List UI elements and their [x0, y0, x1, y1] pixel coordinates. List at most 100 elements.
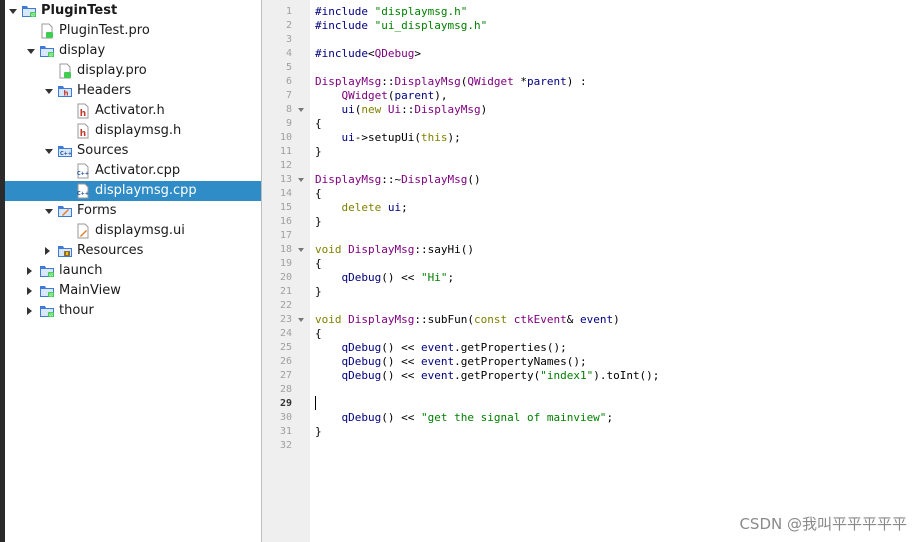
collapse-arrow-icon[interactable] — [27, 49, 35, 54]
headers-folder-icon: h — [57, 83, 73, 99]
code-line[interactable]: QWidget(parent), — [315, 89, 448, 103]
svg-text:qt: qt — [49, 272, 54, 277]
collapse-arrow-icon[interactable] — [45, 89, 53, 94]
project-folder-icon: qt — [39, 43, 55, 59]
code-line[interactable]: ui->setupUi(this); — [315, 131, 461, 145]
tree-item[interactable]: Forms — [5, 201, 261, 221]
code-line[interactable]: } — [315, 425, 322, 439]
tree-item[interactable]: h Headers — [5, 81, 261, 101]
project-folder-icon: qt — [39, 303, 55, 319]
code-line[interactable]: { — [315, 327, 322, 341]
line-number: 18 — [279, 244, 292, 255]
code-line[interactable]: #include "ui_displaymsg.h" — [315, 19, 487, 33]
line-number: 31 — [279, 426, 292, 437]
code-line[interactable]: #include "displaymsg.h" — [315, 5, 467, 19]
tree-item-label: Forms — [77, 203, 117, 218]
svg-text:qt: qt — [49, 292, 54, 297]
code-line[interactable]: qDebug() << "get the signal of mainview"… — [315, 411, 614, 425]
line-number: 1 — [285, 6, 292, 17]
line-number: 6 — [285, 76, 292, 87]
project-folder-icon: qt — [39, 283, 55, 299]
tree-item-label: Activator.h — [95, 103, 165, 118]
code-line[interactable]: ui(new Ui::DisplayMsg) — [315, 103, 488, 117]
line-number: 13 — [279, 174, 292, 185]
line-number: 29 — [279, 398, 292, 409]
svg-text:h: h — [80, 129, 86, 139]
expand-arrow-icon[interactable] — [27, 267, 32, 275]
svg-text:C++: C++ — [77, 191, 89, 197]
code-line[interactable]: { — [315, 187, 322, 201]
code-line[interactable]: qDebug() << "Hi"; — [315, 271, 455, 285]
code-line[interactable]: DisplayMsg::DisplayMsg(QWidget *parent) … — [315, 75, 587, 89]
tree-item-label: Resources — [77, 243, 144, 258]
tree-item-label: PluginTest — [41, 3, 118, 18]
tree-item-label: Headers — [77, 83, 132, 98]
expand-arrow-icon[interactable] — [27, 287, 32, 295]
fold-marker-icon[interactable] — [298, 108, 304, 112]
tree-item-label: displaymsg.cpp — [95, 183, 197, 198]
line-number: 4 — [285, 48, 292, 59]
line-number: 19 — [279, 258, 292, 269]
line-number: 16 — [279, 216, 292, 227]
line-number-gutter: 1 2 3 4 5 6 7 8 9 10 11 12 13 14 15 16 17 18 19 20 21 22 23 24 2… — [262, 0, 310, 542]
sources-folder-icon: C++ — [57, 143, 73, 159]
code-line[interactable]: } — [315, 215, 322, 229]
code-line[interactable]: void DisplayMsg::sayHi() — [315, 243, 474, 257]
collapse-arrow-icon[interactable] — [9, 9, 17, 14]
fold-marker-icon[interactable] — [298, 178, 304, 182]
code-line[interactable]: void DisplayMsg::subFun(const ctkEvent& … — [315, 313, 620, 327]
code-editor[interactable]: 1 2 3 4 5 6 7 8 9 10 11 12 13 14 15 16 17 18 19 20 21 22 23 24 2… — [262, 0, 921, 542]
tree-item[interactable]: qt MainView — [5, 281, 261, 301]
code-line[interactable]: delete ui; — [315, 201, 408, 215]
fold-marker-icon[interactable] — [298, 318, 304, 322]
tree-item[interactable]: PluginTest.pro — [5, 21, 261, 41]
code-line[interactable]: { — [315, 257, 322, 271]
line-number: 3 — [285, 34, 292, 45]
tree-item[interactable]: display.pro — [5, 61, 261, 81]
collapse-arrow-icon[interactable] — [45, 209, 53, 214]
project-tree[interactable]: qt PluginTest PluginTest.pro qt display displ… — [0, 0, 262, 542]
tree-item[interactable]: h Activator.h — [5, 101, 261, 121]
tree-item[interactable]: qt display — [5, 41, 261, 61]
text-cursor — [315, 396, 316, 410]
code-line[interactable]: qDebug() << event.getPropertyNames(); — [315, 355, 587, 369]
code-line[interactable]: qDebug() << event.getProperty("index1").… — [315, 369, 660, 383]
code-line[interactable]: DisplayMsg::~DisplayMsg() — [315, 173, 481, 187]
expand-arrow-icon[interactable] — [27, 307, 32, 315]
tree-item[interactable]: Resources — [5, 241, 261, 261]
project-folder-icon: qt — [21, 3, 37, 19]
tree-item[interactable]: qt PluginTest — [5, 1, 261, 21]
header-file-icon: h — [75, 103, 91, 119]
line-number: 27 — [279, 370, 292, 381]
tree-item[interactable]: C++ Sources — [5, 141, 261, 161]
line-number: 23 — [279, 314, 292, 325]
tree-item-label: display.pro — [77, 63, 147, 78]
code-line[interactable]: { — [315, 117, 322, 131]
tree-item[interactable]: qt launch — [5, 261, 261, 281]
code-line[interactable]: #include<QDebug> — [315, 47, 421, 61]
line-number: 25 — [279, 342, 292, 353]
code-line[interactable]: } — [315, 145, 322, 159]
cpp-file-icon: C++ — [75, 163, 91, 179]
resources-folder-icon — [57, 243, 73, 259]
line-number: 5 — [285, 62, 292, 73]
code-line[interactable]: } — [315, 285, 322, 299]
collapse-arrow-icon[interactable] — [45, 149, 53, 154]
svg-text:qt: qt — [49, 52, 54, 57]
tree-item[interactable]: C++ displaymsg.cpp — [5, 181, 261, 201]
line-number: 8 — [285, 104, 292, 115]
tree-item[interactable]: h displaymsg.h — [5, 121, 261, 141]
tree-item[interactable]: qt thour — [5, 301, 261, 321]
fold-marker-icon[interactable] — [298, 248, 304, 252]
line-number: 21 — [279, 286, 292, 297]
svg-text:C++: C++ — [77, 171, 89, 177]
svg-text:h: h — [80, 109, 86, 119]
line-number: 20 — [279, 272, 292, 283]
code-line[interactable]: qDebug() << event.getProperties(); — [315, 341, 567, 355]
line-number: 28 — [279, 384, 292, 395]
line-number: 24 — [279, 328, 292, 339]
expand-arrow-icon[interactable] — [45, 247, 50, 255]
tree-item[interactable]: C++ Activator.cpp — [5, 161, 261, 181]
tree-item[interactable]: displaymsg.ui — [5, 221, 261, 241]
svg-text:h: h — [64, 90, 69, 98]
